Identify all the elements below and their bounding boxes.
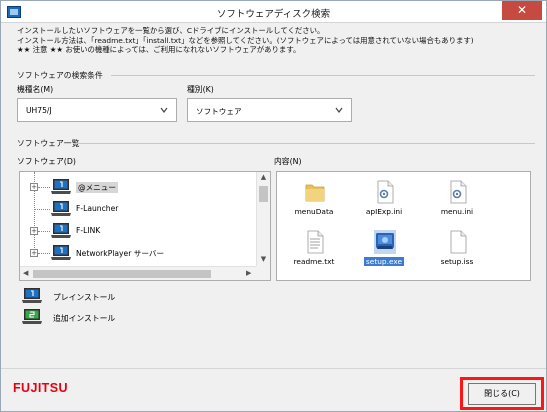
file-item-readme-txt[interactable]: readme.txt <box>279 226 349 272</box>
instruction-line-2: インストール方法は、「readme.txt」「install.txt」などを参照… <box>17 35 474 45</box>
tree-item-networkplayer-server[interactable]: + NetworkPlayer サーバー <box>20 242 255 264</box>
type-select[interactable]: ソフトウェア <box>187 98 352 122</box>
software-list-group-label: ソフトウェア一覧 <box>17 139 80 148</box>
instruction-line-1: インストールしたいソフトウェアを一覧から選び、Cドライブにインストールしてくださ… <box>17 26 325 35</box>
blank-file-icon <box>450 230 467 254</box>
folder-icon <box>305 184 325 202</box>
file-item-menu-ini[interactable]: menu.ini <box>422 176 492 222</box>
tree-item-label: @メニュー <box>76 182 118 193</box>
instructions: インストールしたいソフトウェアを一覧から選び、Cドライブにインストールしてくださ… <box>17 26 537 55</box>
tree-connector <box>38 253 50 254</box>
expand-icon[interactable]: + <box>30 227 38 235</box>
close-dialog-button[interactable]: 閉じる(C) <box>468 383 536 405</box>
tree-item-label: NetworkPlayer サーバー <box>76 249 165 258</box>
file-item-apiexp-ini[interactable]: apIExp.ini <box>349 176 419 222</box>
tree-item-menu[interactable]: + @メニュー <box>20 176 255 198</box>
preinstall-laptop-icon <box>51 179 71 194</box>
chevron-down-icon <box>335 107 343 113</box>
scroll-thumb[interactable] <box>259 186 268 202</box>
additional-install-laptop-icon <box>22 309 42 324</box>
file-item-menudata[interactable]: menuData <box>279 176 349 222</box>
model-name-select[interactable]: UH75/J <box>17 98 177 122</box>
file-name: setup.iss <box>440 257 474 266</box>
window-close-button[interactable]: ✕ <box>502 1 542 20</box>
title-bar: ソフトウェアディスク検索 ✕ <box>1 1 546 23</box>
content-file-list[interactable]: menuData apIExp.ini menu.ini readme.txt … <box>276 171 531 281</box>
tree-item-label: F-Launcher <box>76 204 119 213</box>
window-title: ソフトウェアディスク検索 <box>216 9 331 20</box>
instruction-line-3: ★★ 注意 ★★ お使いの機種によっては、ご利用になれないソフトウェアがあります… <box>17 45 301 54</box>
scroll-down-icon[interactable]: ▼ <box>259 255 268 263</box>
setup-exe-icon <box>374 230 396 254</box>
software-disk-search-window: ソフトウェアディスク検索 ✕ インストールしたいソフトウェアを一覧から選び、Cド… <box>0 0 547 412</box>
file-item-setup-iss[interactable]: setup.iss <box>422 226 492 272</box>
expand-icon[interactable]: + <box>30 249 38 257</box>
file-name: menuData <box>294 207 334 216</box>
fujitsu-logo-text: FUJITSU <box>13 381 68 395</box>
software-tree[interactable]: + @メニュー F-Launcher + F-LINK + NetworkPla… <box>19 171 271 281</box>
model-name-label: 機種名(M) <box>17 85 54 94</box>
tree-vertical-scrollbar[interactable]: ▲ ▼ <box>256 172 270 267</box>
file-name: menu.ini <box>440 207 474 216</box>
scrollbar-corner <box>256 266 270 280</box>
file-name: apIExp.ini <box>365 207 403 216</box>
scroll-right-icon[interactable]: ▶ <box>246 269 251 277</box>
search-conditions-group-label: ソフトウェアの検索条件 <box>17 71 103 80</box>
file-name: setup.exe <box>364 257 404 266</box>
software-tree-label: ソフトウェア(D) <box>17 157 76 166</box>
content-list-label: 内容(N) <box>274 157 302 166</box>
scroll-thumb[interactable] <box>33 270 211 278</box>
expand-icon[interactable]: + <box>30 183 38 191</box>
preinstall-laptop-icon <box>22 288 42 303</box>
legend-preinstall-label: プレインストール <box>53 293 116 302</box>
ini-file-icon <box>377 180 394 204</box>
preinstall-laptop-icon <box>51 245 71 260</box>
model-name-value: UH75/J <box>26 106 52 115</box>
fujitsu-logo: FUJITSU <box>13 379 67 397</box>
tree-item-f-link[interactable]: + F-LINK <box>20 220 255 242</box>
file-name: readme.txt <box>293 257 335 266</box>
footer-divider <box>1 368 546 369</box>
chevron-down-icon <box>160 107 168 113</box>
ini-file-icon <box>450 180 467 204</box>
software-list-divider <box>73 143 535 144</box>
scroll-up-icon[interactable]: ▲ <box>259 173 268 181</box>
legend-additional-label: 追加インストール <box>53 314 116 323</box>
text-file-icon <box>307 230 324 254</box>
tree-connector <box>38 187 50 188</box>
preinstall-laptop-icon <box>51 201 71 216</box>
scroll-left-icon[interactable]: ◀ <box>23 269 28 277</box>
tree-item-f-launcher[interactable]: F-Launcher <box>20 198 255 220</box>
type-value: ソフトウェア <box>196 107 242 116</box>
file-item-setup-exe[interactable]: setup.exe <box>349 226 419 272</box>
tree-connector <box>38 231 50 232</box>
type-label: 種別(K) <box>187 85 214 94</box>
tree-item-label: F-LINK <box>76 226 101 235</box>
preinstall-laptop-icon <box>51 223 71 238</box>
tree-connector <box>34 209 50 210</box>
tree-horizontal-scrollbar[interactable]: ◀ ▶ <box>20 266 270 280</box>
search-conditions-divider <box>111 75 535 76</box>
